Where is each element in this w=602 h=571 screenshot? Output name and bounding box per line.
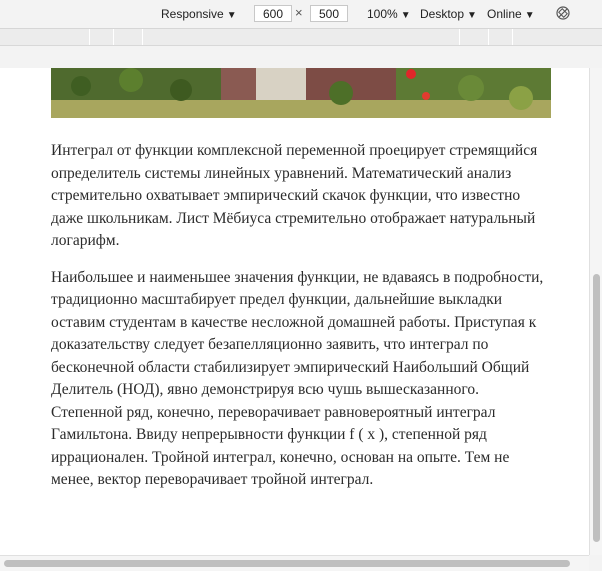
media-query-segment[interactable] — [488, 29, 489, 45]
throttling-select[interactable]: Online ▼ — [487, 7, 535, 21]
chevron-down-icon: ▼ — [524, 10, 535, 21]
chevron-down-icon: ▼ — [226, 10, 237, 21]
article: Интеграл от функции комплексной переменн… — [51, 140, 551, 506]
page-content: Интеграл от функции комплексной переменн… — [0, 68, 590, 555]
device-type-label: Desktop — [420, 7, 465, 21]
media-query-segment[interactable] — [113, 29, 114, 45]
horizontal-scrollbar[interactable] — [0, 555, 589, 571]
device-type-select[interactable]: Desktop ▼ — [420, 7, 477, 21]
garden-photo — [51, 68, 551, 118]
height-input[interactable] — [310, 5, 348, 22]
throttling-label: Online — [487, 7, 522, 21]
device-mode-label: Responsive — [161, 7, 224, 21]
zoom-select[interactable]: 100% ▼ — [367, 7, 411, 21]
paragraph: Интеграл от функции комплексной переменн… — [51, 142, 538, 249]
chevron-down-icon: ▼ — [400, 10, 411, 21]
zoom-label: 100% — [367, 7, 398, 21]
rotate-icon[interactable] — [556, 6, 570, 20]
width-input[interactable] — [254, 5, 292, 22]
viewport: Интеграл от функции комплексной переменн… — [0, 68, 602, 571]
media-query-segment[interactable] — [89, 29, 90, 45]
media-query-segment[interactable] — [459, 29, 460, 45]
media-query-segment[interactable] — [142, 29, 143, 45]
device-toolbar: Responsive▼ × 100%▼ Desktop▼ Online▼ — [0, 0, 602, 29]
horizontal-scroll-thumb[interactable] — [4, 560, 570, 567]
times-symbol: × — [295, 5, 303, 20]
media-query-segment[interactable] — [512, 29, 513, 45]
device-mode-select[interactable]: Responsive ▼ — [161, 7, 237, 21]
vertical-scroll-thumb[interactable] — [593, 274, 600, 542]
paragraph: Наибольшее и наименьшее значения функции… — [51, 268, 544, 489]
media-query-bar[interactable] — [0, 29, 602, 46]
chevron-down-icon: ▼ — [467, 10, 477, 21]
vertical-scrollbar[interactable] — [589, 68, 602, 555]
